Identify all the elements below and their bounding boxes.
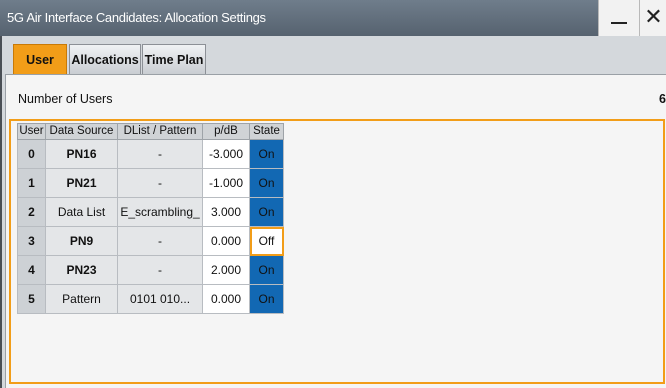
state-cell[interactable]: On (249, 168, 284, 198)
dialog-client-area: User Allocations Time Plan Number of Use… (0, 36, 666, 388)
dlist-pattern-cell[interactable]: - (117, 226, 203, 256)
user-index: 2 (17, 197, 46, 227)
power-cell[interactable]: 2.000 (202, 255, 250, 285)
power-cell[interactable]: 0.000 (202, 226, 250, 256)
title-bar: 5G Air Interface Candidates: Allocation … (0, 0, 666, 37)
state-cell[interactable]: Off (249, 226, 284, 256)
table-row: 4 PN23 - 2.000 On (17, 255, 284, 285)
data-source-cell[interactable]: Data List (45, 197, 118, 227)
header-user: User (17, 123, 46, 140)
table-header-row: User Data Source DList / Pattern p/dB St… (17, 123, 284, 140)
header-state: State (249, 123, 284, 140)
user-index: 0 (17, 139, 46, 169)
minimize-button[interactable] (598, 0, 639, 36)
dlist-pattern-cell[interactable]: - (117, 255, 203, 285)
table-row: 2 Data List E_scrambling_ 3.000 On (17, 197, 284, 227)
close-button[interactable]: ✕ (639, 0, 666, 36)
close-icon: ✕ (644, 4, 663, 29)
users-table-frame: User Data Source DList / Pattern p/dB St… (9, 119, 665, 384)
data-source-cell[interactable]: PN21 (45, 168, 118, 198)
header-dlist-pattern: DList / Pattern (117, 123, 203, 140)
window-left-edge (0, 36, 2, 388)
power-cell[interactable]: -3.000 (202, 139, 250, 169)
tab-time-plan[interactable]: Time Plan (142, 44, 206, 74)
data-source-cell[interactable]: PN9 (45, 226, 118, 256)
user-index: 5 (17, 284, 46, 314)
data-source-cell[interactable]: PN23 (45, 255, 118, 285)
user-panel: Number of Users 6 User Data Source DList… (5, 74, 666, 388)
number-of-users-label: Number of Users (18, 92, 113, 106)
users-table: User Data Source DList / Pattern p/dB St… (17, 123, 284, 314)
user-index: 3 (17, 226, 46, 256)
state-cell[interactable]: On (249, 197, 284, 227)
user-index: 4 (17, 255, 46, 285)
dlist-pattern-cell[interactable]: 0101 010... (117, 284, 203, 314)
state-cell[interactable]: On (249, 139, 284, 169)
dlist-pattern-cell[interactable]: E_scrambling_ (117, 197, 203, 227)
tab-user[interactable]: User (13, 44, 67, 74)
state-cell[interactable]: On (249, 255, 284, 285)
table-row: 1 PN21 - -1.000 On (17, 168, 284, 198)
number-of-users-field[interactable]: 6 (659, 92, 666, 106)
header-power: p/dB (202, 123, 250, 140)
table-row: 5 Pattern 0101 010... 0.000 On (17, 284, 284, 314)
window-title: 5G Air Interface Candidates: Allocation … (7, 10, 266, 25)
state-cell[interactable]: On (249, 284, 284, 314)
tab-allocations[interactable]: Allocations (69, 44, 141, 74)
data-source-cell[interactable]: PN16 (45, 139, 118, 169)
allocation-settings-window: 5G Air Interface Candidates: Allocation … (0, 0, 666, 388)
minimize-icon (611, 22, 627, 24)
dlist-pattern-cell[interactable]: - (117, 139, 203, 169)
table-row: 0 PN16 - -3.000 On (17, 139, 284, 169)
power-cell[interactable]: -1.000 (202, 168, 250, 198)
header-data-source: Data Source (45, 123, 118, 140)
data-source-cell[interactable]: Pattern (45, 284, 118, 314)
table-row: 3 PN9 - 0.000 Off (17, 226, 284, 256)
user-index: 1 (17, 168, 46, 198)
power-cell[interactable]: 0.000 (202, 284, 250, 314)
dlist-pattern-cell[interactable]: - (117, 168, 203, 198)
power-cell[interactable]: 3.000 (202, 197, 250, 227)
